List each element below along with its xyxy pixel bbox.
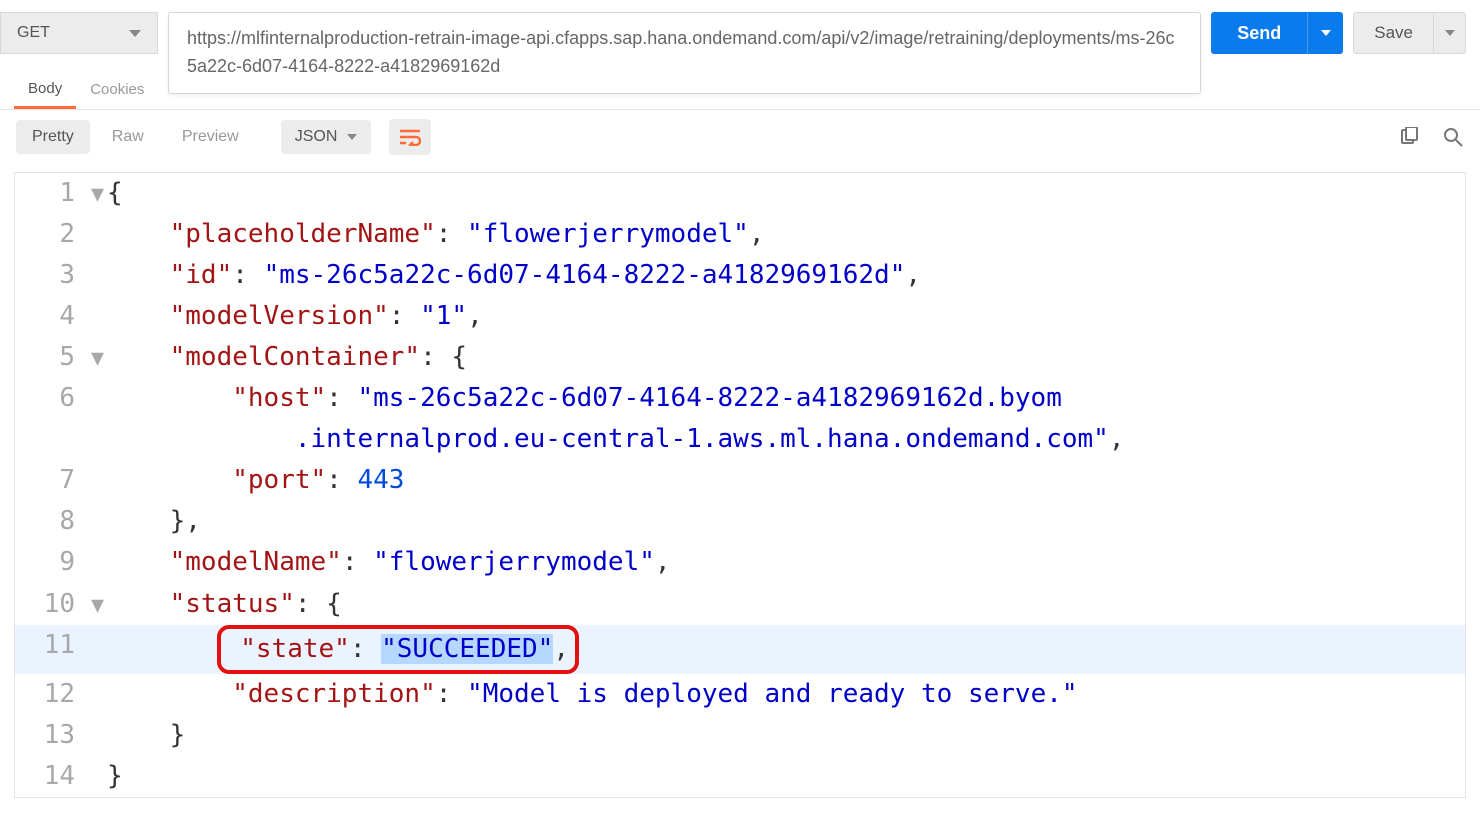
- line-number: 7: [15, 460, 91, 501]
- line-number: 3: [15, 255, 91, 296]
- code-line: },: [105, 501, 1465, 542]
- view-raw[interactable]: Raw: [96, 120, 160, 154]
- format-select[interactable]: JSON: [281, 120, 372, 154]
- line-number: 4: [15, 296, 91, 337]
- line-number: 2: [15, 214, 91, 255]
- wrap-lines-button[interactable]: [389, 119, 431, 155]
- code-line: "modelName": "flowerjerrymodel",: [105, 542, 1465, 583]
- highlight-box: "state": "SUCCEEDED",: [217, 625, 579, 674]
- view-pretty[interactable]: Pretty: [16, 120, 90, 154]
- response-view-row: Pretty Raw Preview JSON: [0, 116, 1480, 158]
- url-input[interactable]: https://mlfinternalproduction-retrain-im…: [168, 12, 1201, 94]
- request-bar: GET https://mlfinternalproduction-retrai…: [0, 0, 1480, 94]
- copy-button[interactable]: [1398, 126, 1420, 148]
- line-number: [15, 419, 91, 460]
- format-value: JSON: [295, 128, 338, 146]
- code-line: "port": 443: [105, 460, 1465, 501]
- chevron-down-icon: [1321, 30, 1331, 36]
- wrap-icon: [399, 128, 421, 146]
- code-line: "placeholderName": "flowerjerrymodel",: [105, 214, 1465, 255]
- code-line: "state": "SUCCEEDED",: [105, 625, 1465, 674]
- line-number: 12: [15, 674, 91, 715]
- chevron-down-icon: [1445, 30, 1455, 36]
- send-button[interactable]: Send: [1211, 12, 1307, 54]
- code-line: "modelVersion": "1",: [105, 296, 1465, 337]
- code-line: .internalprod.eu-central-1.aws.ml.hana.o…: [105, 419, 1465, 460]
- fold-toggle[interactable]: ▾: [91, 584, 105, 625]
- fold-toggle[interactable]: ▾: [91, 337, 105, 378]
- code-line: }: [105, 756, 1465, 797]
- chevron-down-icon: [347, 134, 357, 140]
- line-number: 11: [15, 625, 91, 674]
- line-number: 10: [15, 584, 91, 625]
- line-number: 13: [15, 715, 91, 756]
- code-line: "host": "ms-26c5a22c-6d07-4164-8222-a418…: [105, 378, 1465, 419]
- code-line: "description": "Model is deployed and re…: [105, 674, 1465, 715]
- save-button[interactable]: Save: [1353, 12, 1434, 54]
- code-line: }: [105, 715, 1465, 756]
- fold-toggle[interactable]: ▾: [91, 173, 105, 214]
- save-button-group: Save: [1353, 12, 1466, 54]
- code-line: "modelContainer": {: [105, 337, 1465, 378]
- search-button[interactable]: [1442, 126, 1464, 148]
- line-number: 5: [15, 337, 91, 378]
- save-dropdown-button[interactable]: [1434, 12, 1466, 54]
- http-method-value: GET: [17, 24, 50, 42]
- code-line: {: [105, 173, 1465, 214]
- code-line: "id": "ms-26c5a22c-6d07-4164-8222-a41829…: [105, 255, 1465, 296]
- send-button-group: Send: [1211, 12, 1343, 54]
- http-method-select[interactable]: GET: [0, 12, 158, 54]
- send-dropdown-button[interactable]: [1307, 12, 1343, 54]
- chevron-down-icon: [129, 30, 141, 37]
- copy-icon: [1399, 127, 1419, 147]
- code-line: "status": {: [105, 584, 1465, 625]
- line-number: 1: [15, 173, 91, 214]
- line-number: 6: [15, 378, 91, 419]
- line-number: 8: [15, 501, 91, 542]
- line-number: 9: [15, 542, 91, 583]
- search-icon: [1443, 127, 1463, 147]
- view-preview[interactable]: Preview: [166, 120, 255, 154]
- line-number: 14: [15, 756, 91, 797]
- response-body[interactable]: 1▾{ 2 "placeholderName": "flowerjerrymod…: [14, 172, 1466, 798]
